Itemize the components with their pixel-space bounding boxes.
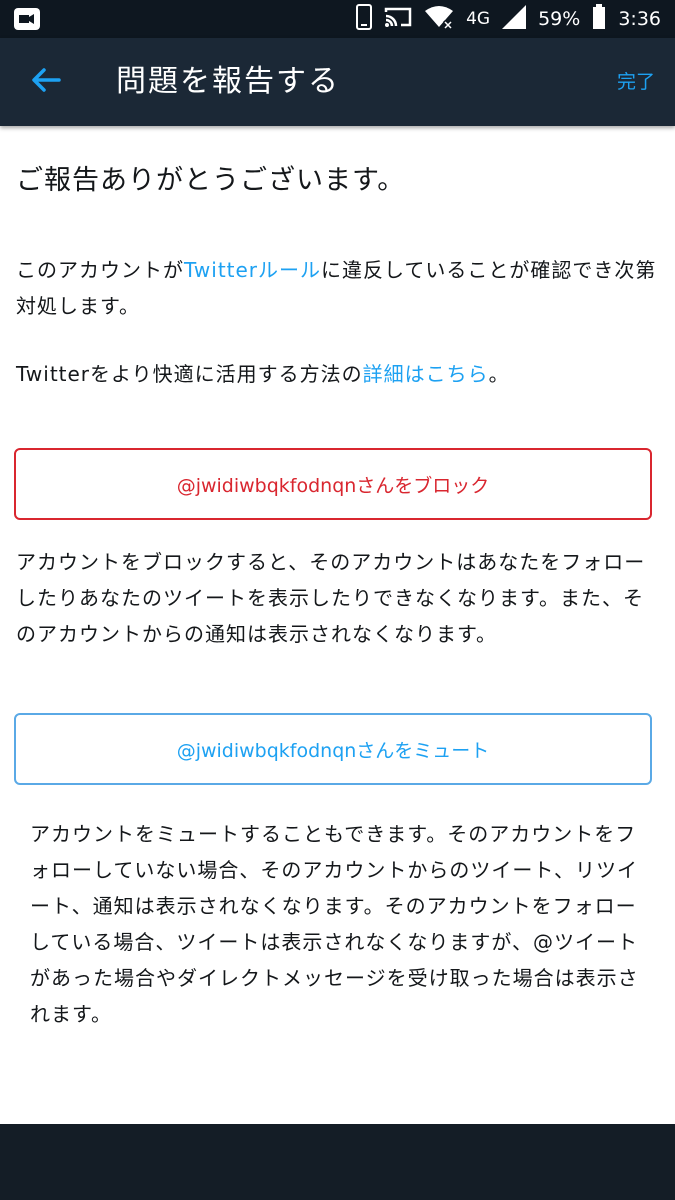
learn-more-link[interactable]: 詳細はこちら bbox=[363, 362, 489, 386]
mute-description: アカウントをミュートすることもできます。そのアカウントをフォローしていない場合、… bbox=[30, 822, 639, 1026]
status-bar: 4G 59% 3:36 bbox=[0, 0, 675, 38]
rules-text-before: このアカウントが bbox=[16, 258, 184, 282]
report-confirmation: ご報告ありがとうございます。 このアカウントがTwitterルールに違反している… bbox=[0, 126, 675, 1124]
signal-icon bbox=[502, 5, 527, 33]
block-description: アカウントをブロックすると、そのアカウントはあなたをフォローしたりあなたのツイー… bbox=[16, 550, 646, 646]
app-bar: 問題を報告する 完了 bbox=[0, 38, 675, 126]
learn-more-text-before: Twitterをより快適に活用する方法の bbox=[16, 362, 363, 386]
learn-more-paragraph: Twitterをより快適に活用する方法の詳細はこちら。 bbox=[16, 356, 661, 392]
video-app-icon bbox=[14, 8, 40, 34]
arrow-left-icon bbox=[31, 67, 61, 97]
cast-icon bbox=[384, 6, 412, 32]
rules-paragraph: このアカウントがTwitterルールに違反していることが確認でき次第対処します。 bbox=[16, 252, 661, 324]
done-button[interactable]: 完了 bbox=[617, 68, 655, 96]
thanks-heading: ご報告ありがとうございます。 bbox=[16, 165, 406, 196]
network-type: 4G bbox=[466, 9, 491, 29]
navigation-bar bbox=[0, 1124, 675, 1200]
mute-account-button[interactable]: @jwidiwbqkfodnqnさんをミュート bbox=[14, 713, 652, 785]
twitter-rules-link[interactable]: Twitterルール bbox=[184, 258, 321, 282]
battery-icon bbox=[592, 4, 606, 34]
wifi-icon bbox=[424, 5, 454, 33]
phone-icon bbox=[356, 4, 373, 34]
clock: 3:36 bbox=[618, 8, 661, 30]
page-title: 問題を報告する bbox=[116, 64, 340, 99]
block-account-button[interactable]: @jwidiwbqkfodnqnさんをブロック bbox=[14, 448, 652, 520]
back-button[interactable] bbox=[26, 62, 66, 102]
learn-more-text-after: 。 bbox=[488, 362, 510, 386]
battery-percent: 59% bbox=[538, 8, 581, 30]
